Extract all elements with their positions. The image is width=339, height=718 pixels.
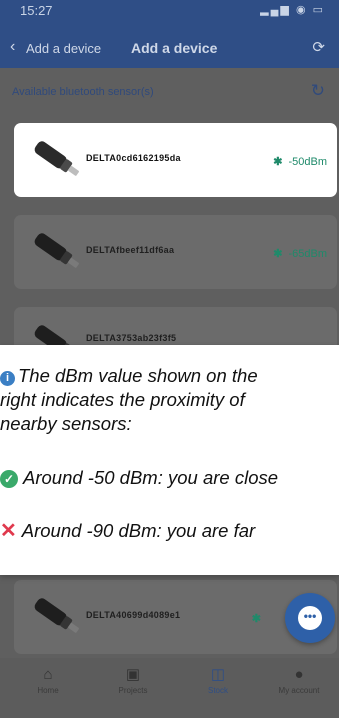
signal-strength: ✱ (252, 612, 267, 625)
nav-label: My account (278, 686, 320, 695)
device-card[interactable]: DELTAfbeef11df6aa ✱ -65dBm (14, 215, 337, 289)
device-name: DELTA40699d4089e1 (86, 610, 181, 620)
app-header: ‹ Add a device Add a device ⟳ (0, 30, 339, 68)
status-bar: 15:27 ▂▄▆ ◉ ▭ (0, 0, 339, 30)
device-name: DELTAfbeef11df6aa (86, 245, 175, 255)
signal-strength: ✱ -50dBm (273, 155, 327, 168)
sync-icon[interactable]: ⟳ (312, 38, 325, 56)
nav-stock[interactable]: ◫ Stock (178, 664, 258, 695)
bottom-nav: ⌂ Home ▣ Projects ◫ Stock ● My account (0, 658, 339, 718)
check-circle-icon: ✓ (0, 470, 18, 488)
nav-label: Home (37, 686, 59, 695)
briefcase-icon: ▣ (125, 666, 141, 683)
sensor-image-icon (34, 141, 79, 176)
nav-my-account[interactable]: ● My account (259, 664, 339, 695)
bluetooth-icon: ✱ (273, 248, 283, 260)
nav-home[interactable]: ⌂ Home (8, 664, 88, 695)
chat-button[interactable]: ••• (285, 593, 335, 643)
nav-label: Projects (118, 686, 148, 695)
status-time: 15:27 (20, 3, 53, 18)
info-line-2: right indicates the proximity of (0, 389, 245, 410)
refresh-icon[interactable]: ↻ (311, 81, 325, 101)
sensor-image-icon (34, 598, 79, 633)
box-icon: ◫ (210, 666, 226, 683)
info-line-3: nearby sensors: (0, 413, 132, 434)
info-close-text: Around -50 dBm: you are close (23, 467, 279, 488)
info-far-row: ✕ Around -90 dBm: you are far (0, 518, 255, 543)
sensor-image-icon (34, 233, 79, 268)
bluetooth-icon: ✱ (251, 613, 261, 625)
sensor-section-header: Available bluetooth sensor(s) ↻ (0, 68, 339, 114)
device-name: DELTA0cd6162195da (86, 153, 181, 163)
cross-icon: ✕ (0, 520, 17, 542)
home-icon: ⌂ (43, 666, 53, 683)
info-line-1: i The dBm value shown on the (0, 365, 258, 387)
device-card[interactable]: DELTA0cd6162195da ✱ -50dBm (14, 123, 337, 197)
status-icons: ▂▄▆ ◉ ▭ (260, 4, 325, 16)
user-icon: ● (294, 666, 304, 683)
signal-value: -50dBm (288, 156, 327, 168)
nav-label: Stock (207, 686, 228, 695)
info-icon: i (0, 371, 15, 386)
section-label: Available bluetooth sensor(s) (12, 86, 154, 98)
bluetooth-icon: ✱ (273, 156, 283, 168)
back-button[interactable]: Add a device (26, 41, 101, 56)
signal-strength: ✱ -65dBm (273, 247, 327, 260)
chat-icon: ••• (298, 606, 322, 630)
nav-projects[interactable]: ▣ Projects (93, 664, 173, 695)
signal-value: -65dBm (288, 248, 327, 260)
chevron-left-icon[interactable]: ‹ (10, 38, 15, 56)
dbm-info-panel: i The dBm value shown on the right indica… (0, 345, 339, 575)
info-text: The dBm value shown on the (18, 365, 258, 386)
page-title: Add a device (131, 40, 218, 56)
device-name: DELTA3753ab23f3f5 (86, 333, 177, 343)
info-far-text: Around -90 dBm: you are far (21, 520, 256, 541)
info-close-row: ✓ Around -50 dBm: you are close (0, 467, 278, 489)
